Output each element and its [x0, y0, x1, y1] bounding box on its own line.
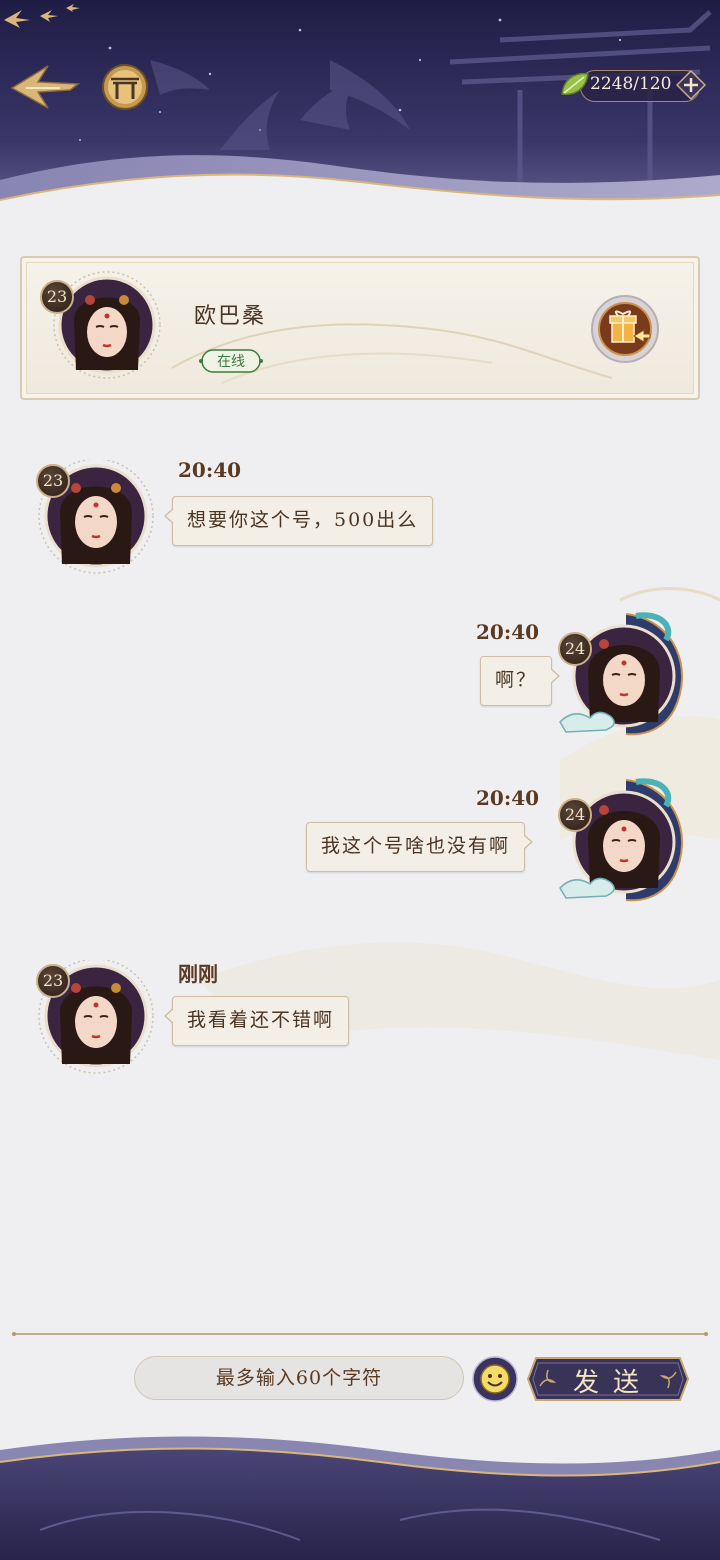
- currency-value: 2248/120: [590, 74, 672, 94]
- level-badge: 23: [40, 280, 74, 314]
- send-button-label: 发送: [572, 1368, 653, 1398]
- chat-message-list[interactable]: 23 20:40 想要你这个号，500出么 20:40 啊？ 24 20:40 …: [0, 420, 720, 1320]
- send-button[interactable]: 发送: [526, 1354, 690, 1404]
- smiley-icon: [472, 1356, 518, 1402]
- avatar-portrait: [559, 778, 683, 902]
- my-avatar[interactable]: 24: [556, 776, 683, 902]
- message-bubble[interactable]: 我这个号啥也没有啊: [306, 822, 534, 872]
- contact-avatar[interactable]: 23: [40, 270, 162, 380]
- contact-card: 23 欧巴桑 在线: [20, 256, 700, 400]
- bottom-decoration: [0, 1436, 720, 1560]
- message-time: 刚刚: [178, 962, 218, 986]
- currency-counter: 2248/120: [558, 68, 708, 102]
- plus-icon: [676, 70, 706, 100]
- contact-name: 欧巴桑: [194, 304, 267, 329]
- birds-decoration: [4, 4, 80, 28]
- level-badge: 24: [558, 798, 592, 832]
- send-gift-button[interactable]: [590, 294, 660, 364]
- message-bubble[interactable]: 我看着还不错啊: [163, 996, 350, 1046]
- online-status-badge: 在线: [198, 348, 264, 374]
- level-badge: 23: [36, 964, 70, 998]
- message-time: 20:40: [476, 620, 540, 644]
- gift-send-icon: [591, 295, 659, 363]
- message-bubble[interactable]: 想要你这个号，500出么: [163, 496, 434, 546]
- gate-home-icon: [102, 64, 148, 110]
- message-time: 20:40: [476, 786, 540, 810]
- arrow-back-icon: [10, 65, 81, 109]
- message-item: 23 刚刚 我看着还不错啊: [0, 920, 720, 1080]
- level-badge: 24: [558, 632, 592, 666]
- my-avatar[interactable]: 24: [556, 610, 683, 736]
- composer-divider: [12, 1332, 708, 1336]
- online-status-text: 在线: [217, 354, 245, 370]
- home-button[interactable]: [100, 62, 150, 112]
- leaf-icon: [561, 72, 589, 96]
- message-item: 23 20:40 想要你这个号，500出么: [0, 420, 720, 580]
- emoji-button[interactable]: [472, 1356, 518, 1402]
- message-bubble[interactable]: 啊？: [480, 656, 561, 706]
- night-sky-background: [0, 0, 720, 235]
- sender-avatar[interactable]: 23: [36, 958, 156, 1080]
- message-item: 20:40 啊？ 24: [0, 610, 720, 750]
- sender-avatar[interactable]: 23: [36, 458, 156, 580]
- message-time: 20:40: [178, 458, 242, 482]
- avatar-portrait: [559, 612, 683, 736]
- add-currency-button[interactable]: [676, 70, 706, 100]
- level-badge: 23: [36, 464, 70, 498]
- back-button[interactable]: [8, 58, 82, 114]
- top-banner: 2248/120: [0, 0, 720, 235]
- message-item: 20:40 我这个号啥也没有啊 24: [0, 776, 720, 916]
- message-input[interactable]: [134, 1356, 464, 1400]
